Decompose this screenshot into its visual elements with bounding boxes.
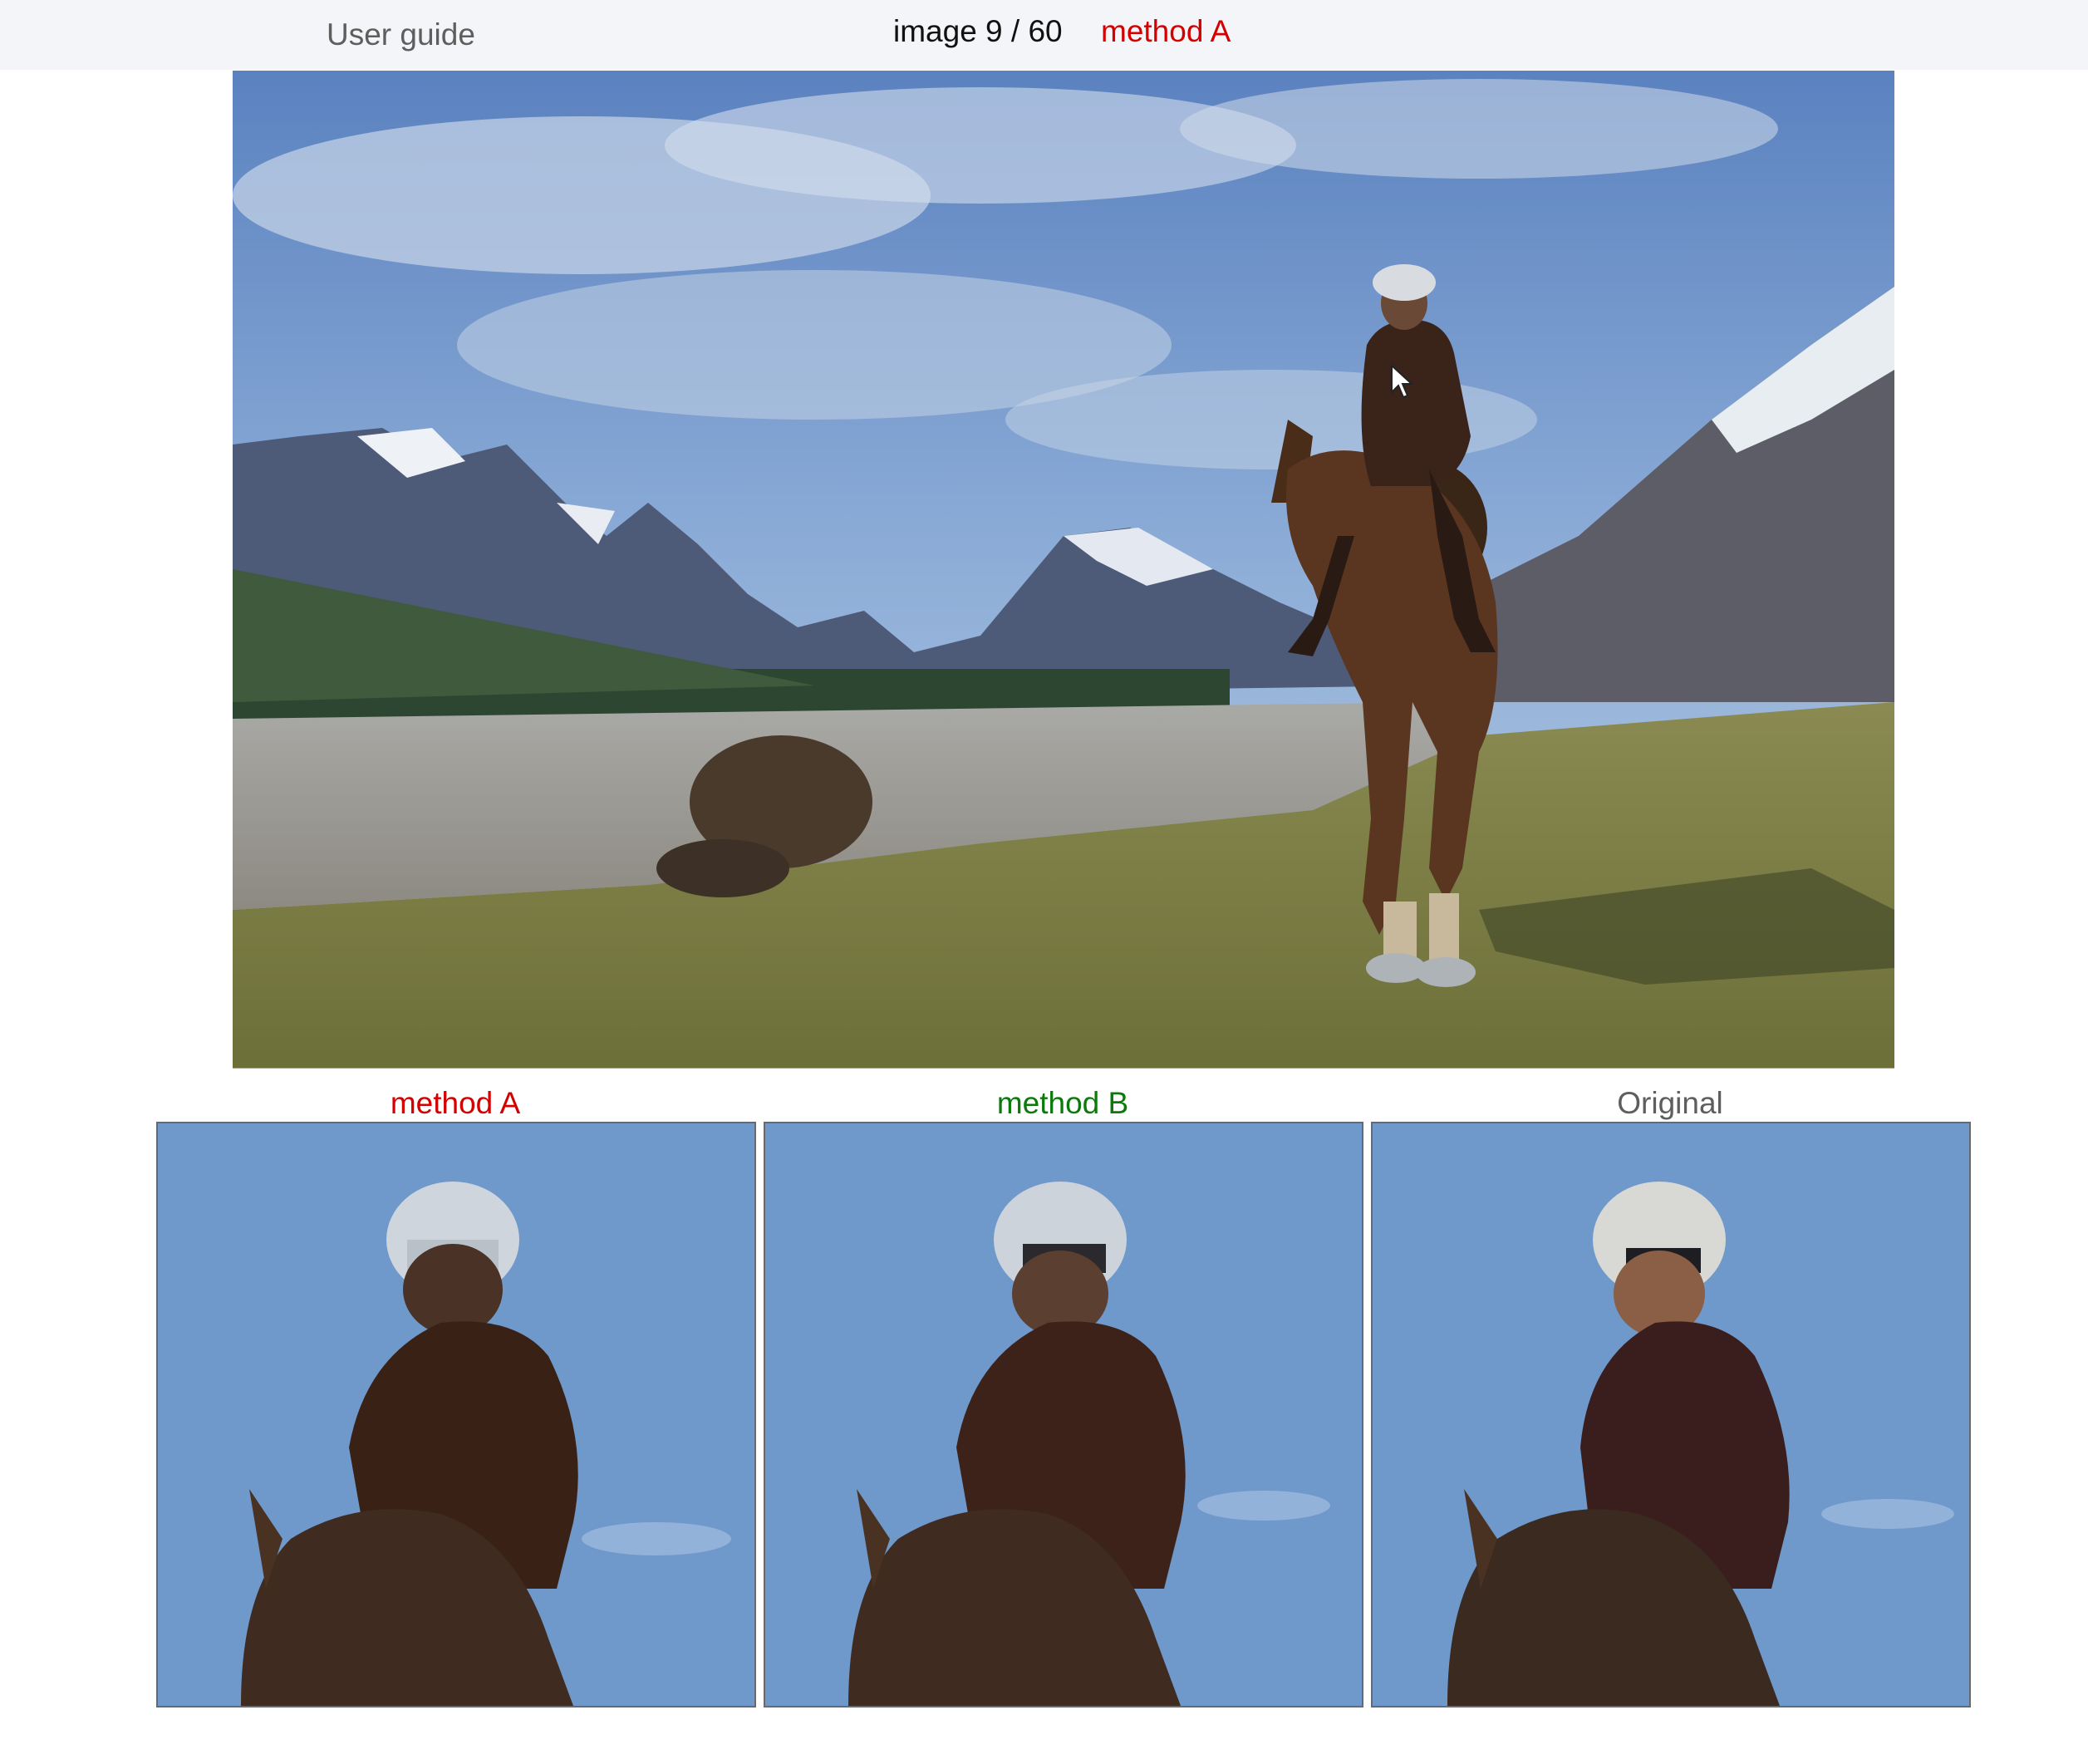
crop-method-a[interactable] — [156, 1122, 756, 1707]
landscape-photo — [233, 71, 1894, 1068]
crop-label-method-b: method B — [996, 1086, 1129, 1120]
crop-method-b[interactable] — [764, 1122, 1363, 1707]
rider-closeup-method-a — [158, 1123, 754, 1706]
crop-label-original: Original — [1617, 1086, 1723, 1120]
user-guide-link[interactable]: User guide — [327, 15, 475, 55]
image-counter: image 9 / 60 — [893, 14, 1063, 48]
rider-closeup-method-b — [765, 1123, 1362, 1706]
crop-original[interactable] — [1371, 1122, 1971, 1707]
crop-label-method-a: method A — [390, 1086, 521, 1120]
current-method-label: method A — [1101, 14, 1231, 48]
main-image[interactable] — [233, 71, 1894, 1069]
top-bar: User guide image 9 / 60 method A — [0, 0, 2088, 70]
rider-closeup-original — [1373, 1123, 1969, 1706]
